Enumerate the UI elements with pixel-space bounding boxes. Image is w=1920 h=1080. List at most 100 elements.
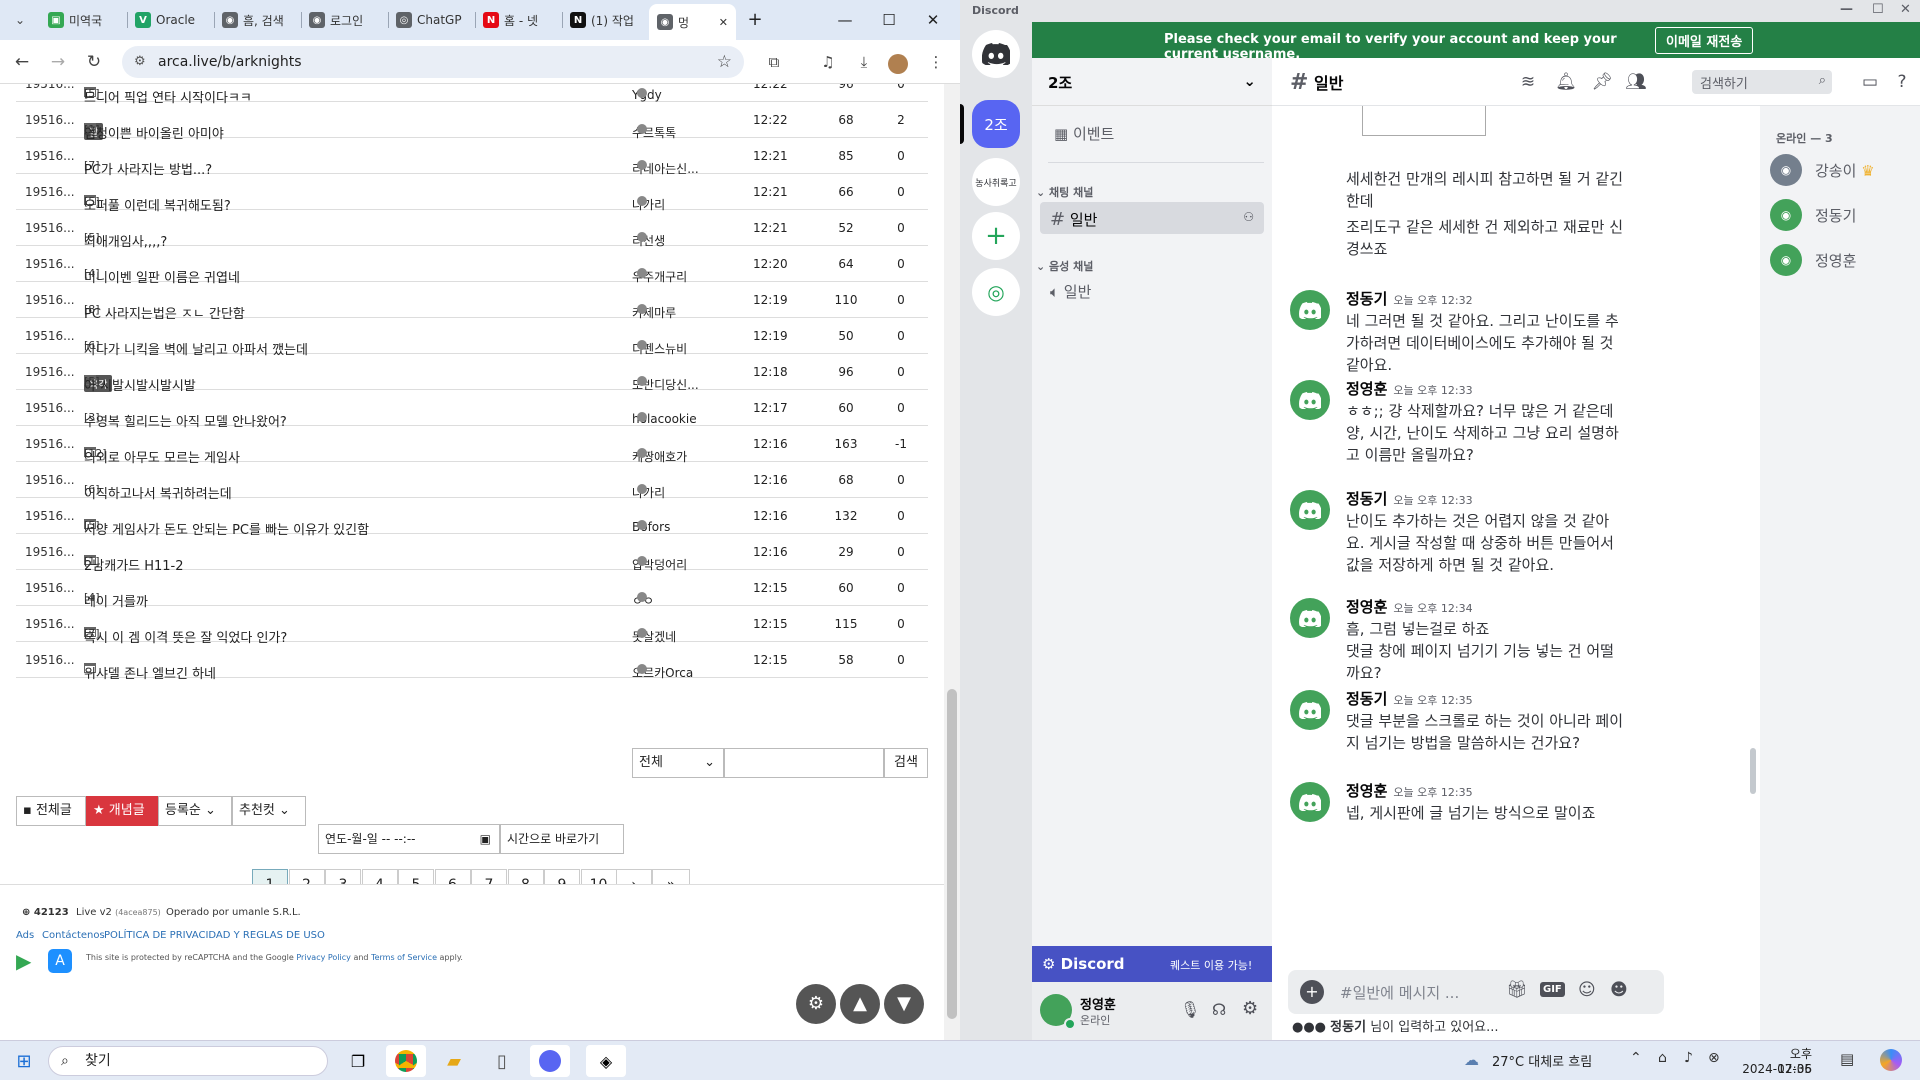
tab-5[interactable]: N홈 - 넷	[475, 6, 562, 34]
footer-link-privacy[interactable]: POLÍTICA DE PRIVACIDAD Y REGLAS DE USO	[104, 930, 325, 941]
post-row[interactable]: 19516... 짤 엄청이쁜 바이올린 아미야 [1] 수르톡톡 12:22 68 2	[16, 102, 928, 142]
server-2jo[interactable]: 2조	[972, 100, 1020, 148]
search-button[interactable]: 검색	[884, 748, 928, 778]
channel-general-text[interactable]: # 일반 ⚇	[1040, 202, 1264, 234]
clock-date[interactable]: 2024-07-05	[1742, 1062, 1812, 1076]
message-input[interactable]: + #일반에 메시지 ... 🎁︎ GIF ☺ ☻	[1288, 970, 1664, 1014]
site-info-icon[interactable]: ⚙	[134, 46, 146, 78]
post-row[interactable]: 19516... 자다가 니킥을 벽에 날리고 아파서 깼는데 [6] 디펜스뉴비 1…	[16, 318, 928, 358]
settings-float-button[interactable]: ⚙	[796, 984, 836, 1024]
minimize-icon[interactable]: —	[1840, 2, 1853, 17]
post-title[interactable]: 위샤델 존나 엘브긴 하네	[84, 663, 216, 682]
message-avatar[interactable]	[1290, 782, 1330, 822]
chrome-taskbar-icon[interactable]	[386, 1045, 426, 1077]
attach-plus-icon[interactable]: +	[1300, 980, 1324, 1004]
tab-2[interactable]: ◉ 흠, 검색	[214, 6, 301, 34]
taskbar-search[interactable]: ⌕ 찾기	[48, 1046, 328, 1076]
reload-icon[interactable]: ↻	[80, 48, 108, 76]
back-icon[interactable]: ←	[8, 48, 36, 76]
search-input[interactable]: 검색하기 ⌕	[1692, 70, 1832, 94]
minimize-icon[interactable]: —	[830, 8, 860, 32]
media-icon[interactable]: ♫	[814, 48, 842, 76]
weather-text[interactable]: 27°C 대체로 흐림	[1492, 1051, 1592, 1070]
search-scope-select[interactable]: 전체 ⌄	[632, 748, 724, 778]
member-item[interactable]: ◉ 강송이 ♛	[1770, 150, 1920, 192]
text-category[interactable]: ⌄ 채팅 채널	[1036, 184, 1093, 200]
pin-icon[interactable]: 📌︎	[1590, 70, 1614, 94]
mute-icon[interactable]: ⊗	[1708, 1050, 1720, 1066]
privacy-policy-link[interactable]: Privacy Policy	[296, 953, 351, 962]
member-item[interactable]: ◉ 정영훈	[1770, 240, 1920, 282]
server-header[interactable]: 2조 ⌄	[1032, 58, 1272, 106]
message-author[interactable]: 정영훈	[1346, 598, 1387, 616]
post-row[interactable]: 19516... 드디어 픽업 연타 시작이다ㅋㅋ [5] Ygdy 12:22 96 0	[16, 84, 928, 106]
inbox-icon[interactable]: ▭	[1858, 70, 1882, 94]
tab-search-icon[interactable]: ⌄	[6, 6, 34, 34]
post-row[interactable]: 19516... 이직하고나서 복귀하려는데 [6] 나가리 12:16 68 0	[16, 462, 928, 502]
new-tab-button[interactable]: +	[740, 8, 770, 32]
tab-3[interactable]: ◉ 로그인	[301, 6, 388, 34]
tray-chevron-icon[interactable]: ⌃	[1630, 1050, 1642, 1066]
post-row[interactable]: 19516... 혹시 이 겜 이격 뜻은 잘 익었다 인가? [7] 못살겠네 12…	[16, 606, 928, 646]
footer-link-contact[interactable]: Contáctenos	[42, 930, 105, 941]
quest-banner[interactable]: ⚙ Discord 퀘스트 이용 가능!	[1032, 946, 1272, 982]
message-author[interactable]: 정동기	[1346, 490, 1387, 508]
scroll-top-button[interactable]: ▲	[840, 984, 880, 1024]
menu-icon[interactable]: ⋮	[922, 48, 950, 76]
post-row[interactable]: 19516... PC가 사라지는 방법...? [7] 리네아는신... 12:21…	[16, 138, 928, 178]
message-author[interactable]: 정동기	[1346, 290, 1387, 308]
channel-general-voice[interactable]: 🔈︎ 일반	[1040, 274, 1264, 306]
message-avatar[interactable]	[1290, 380, 1330, 420]
task-view-icon[interactable]: ❐	[338, 1045, 378, 1077]
tab-close-icon[interactable]: ✕	[719, 16, 728, 29]
post-row[interactable]: 19516... 육각 아 시발시발시발시발 [5] 또반디당신... 12:18 96 0	[16, 354, 928, 394]
post-row[interactable]: 19516... 수영복 힐리드는 아직 모델 안나왔어? [3] holacook…	[16, 390, 928, 430]
events-item[interactable]: ▦ 이벤트	[1044, 116, 1268, 148]
maximize-icon[interactable]: ☐	[874, 8, 904, 32]
gift-icon[interactable]: 🎁︎	[1506, 980, 1528, 1000]
tab-4[interactable]: ◎ ChatGP	[388, 6, 475, 34]
tab-1[interactable]: V Oracle	[127, 6, 214, 34]
app-store-icon[interactable]: A	[48, 949, 72, 973]
search-input[interactable]	[724, 748, 884, 778]
notepad-icon[interactable]: ▯	[482, 1045, 522, 1077]
extensions-icon[interactable]: ⧉	[760, 48, 788, 76]
post-row[interactable]: 19516... 서양 게임사가 돈도 안되는 PC를 빠는 이유가 있긴함 [5…	[16, 498, 928, 538]
post-row[interactable]: 19516... 위샤델 존나 엘브긴 하네 오르카Orca 12:15 58 0	[16, 642, 928, 682]
download-icon[interactable]: ⤓	[850, 48, 878, 76]
date-input[interactable]: 연도-월-일 -- --:-- ▣	[318, 824, 500, 854]
volume-icon[interactable]: ♪	[1684, 1050, 1693, 1066]
network-icon[interactable]: ⌂	[1658, 1050, 1667, 1066]
tab-0[interactable]: ▣ 미역국	[40, 6, 127, 34]
post-row[interactable]: 19516... 미니이벤 일판 이름은 귀엽네 [4] 우주개구리 12:20 64 0	[16, 246, 928, 286]
calendar-icon[interactable]: ▣	[480, 825, 491, 853]
terms-link[interactable]: Terms of Service	[371, 953, 437, 962]
post-row[interactable]: 19516...레이 거를까 [4]ㅇㅇ12:15600	[16, 570, 928, 610]
tab-7[interactable]: ◉ 멍 ✕	[649, 4, 736, 40]
tab-6[interactable]: N (1) 작업	[562, 6, 649, 34]
copilot-icon[interactable]	[1880, 1049, 1902, 1071]
user-settings-icon[interactable]: ⚙	[1242, 998, 1258, 1019]
close-icon[interactable]: ✕	[1900, 2, 1911, 17]
server-other[interactable]: 농사취록고	[972, 158, 1020, 206]
forward-icon[interactable]: →	[44, 48, 72, 76]
profile-avatar[interactable]	[888, 54, 908, 74]
notification-icon[interactable]: ▤	[1840, 1050, 1854, 1068]
help-icon[interactable]: ?	[1890, 70, 1914, 94]
start-button[interactable]: ⊞	[4, 1045, 44, 1077]
footer-link-ads[interactable]: Ads	[16, 930, 34, 941]
google-play-icon[interactable]: ▶	[16, 949, 40, 973]
emoji-icon[interactable]: ☻	[1610, 980, 1628, 1000]
best-posts-button[interactable]: ★ 개념글	[86, 796, 158, 826]
close-icon[interactable]: ✕	[918, 8, 948, 32]
gif-icon[interactable]: GIF	[1540, 982, 1565, 997]
members-icon[interactable]: 👥︎	[1624, 70, 1648, 94]
message-author[interactable]: 정동기	[1346, 690, 1387, 708]
member-item[interactable]: ◉ 정동기	[1770, 195, 1920, 237]
scroll-bottom-button[interactable]: ▼	[884, 984, 924, 1024]
recommend-filter-select[interactable]: 추천컷 ⌄	[232, 796, 306, 826]
threads-icon[interactable]: ≋	[1516, 70, 1540, 94]
explore-compass-icon[interactable]: ◎	[972, 268, 1020, 316]
file-explorer-icon[interactable]: ▰	[434, 1045, 474, 1077]
discord-home-icon[interactable]	[972, 30, 1020, 78]
